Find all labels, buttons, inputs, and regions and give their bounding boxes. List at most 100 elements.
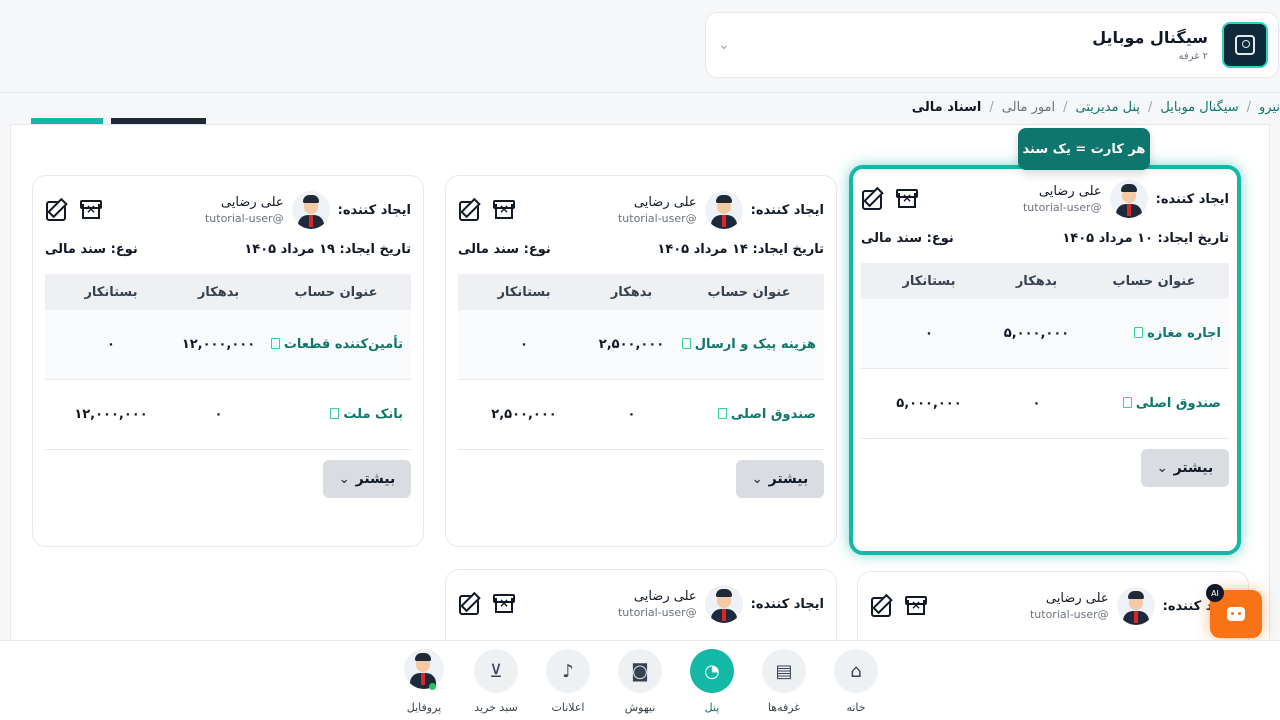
edit-icon[interactable]	[458, 198, 480, 221]
nav-ai[interactable]: ◙ نیهوش	[608, 649, 672, 714]
table-row: صندوق اصلی ۰ ۵,۰۰۰,۰۰۰	[861, 369, 1229, 439]
account-link[interactable]: صندوق اصلی	[1079, 396, 1229, 411]
document-card: ایجاد کننده: علی رضایی tutorial-user@	[445, 569, 837, 643]
document-icon	[270, 338, 280, 349]
ai-badge: AI	[1206, 584, 1224, 602]
credit-value: ۰	[107, 337, 115, 352]
cart-icon: ⊻	[474, 649, 518, 693]
document-icon	[330, 408, 340, 419]
debit-value: ۵,۰۰۰,۰۰۰	[1003, 326, 1070, 341]
breadcrumb-admin-panel[interactable]: پنل مدیریتی	[1076, 100, 1140, 115]
user-handle: tutorial-user@	[1029, 608, 1109, 621]
col-credit: بستانکار	[902, 273, 956, 289]
entries-table: عنوان حساب بدهکار بستانکار اجاره مغازه ۵…	[861, 263, 1229, 439]
avatar	[704, 191, 743, 229]
table-row: صندوق اصلی ۰ ۲,۵۰۰,۰۰۰	[458, 380, 824, 450]
document-type: نوع: سند مالی	[861, 230, 954, 246]
nav-panel[interactable]: ◔ پنل	[680, 649, 744, 714]
home-icon: ⌂	[834, 649, 878, 693]
avatar	[291, 191, 330, 229]
archive-icon[interactable]	[79, 198, 102, 220]
credit-value: ۰	[520, 337, 528, 352]
table-row: اجاره مغازه ۵,۰۰۰,۰۰۰ ۰	[861, 299, 1229, 369]
user-name: علی رضایی	[220, 195, 284, 210]
dashboard-icon: ◔	[690, 649, 734, 693]
archive-icon[interactable]	[492, 592, 515, 614]
col-account: عنوان حساب	[1112, 273, 1196, 289]
debit-value: ۰	[1032, 396, 1041, 411]
online-status-dot	[429, 683, 436, 690]
archive-icon[interactable]	[895, 187, 918, 209]
nav-notifications[interactable]: ♪ اعلانات	[536, 649, 600, 714]
created-date: تاریخ ایجاد: ۱۴ مرداد ۱۴۰۵	[657, 241, 824, 257]
col-debit: بدهکار	[610, 284, 653, 300]
more-button[interactable]: بیشتر ⌄	[323, 460, 411, 498]
edit-icon[interactable]	[45, 198, 67, 221]
chevron-down-icon[interactable]: ⌄	[718, 37, 730, 53]
archive-icon[interactable]	[492, 198, 515, 220]
edit-icon[interactable]	[458, 592, 480, 615]
more-button[interactable]: بیشتر ⌄	[736, 460, 824, 498]
credit-value: ۲,۵۰۰,۰۰۰	[491, 407, 557, 422]
credit-value: ۵,۰۰۰,۰۰۰	[896, 396, 962, 411]
user-name: علی رضایی	[1045, 591, 1109, 606]
table-row: بانک ملت ۰ ۱۲,۰۰۰,۰۰۰	[45, 380, 411, 450]
breadcrumb-store[interactable]: سیگنال موبایل	[1160, 100, 1238, 115]
chevron-down-icon: ⌄	[751, 471, 763, 487]
col-debit: بدهکار	[197, 284, 240, 300]
col-credit: بستانکار	[84, 284, 138, 300]
document-card: ایجاد کننده: علی رضایی tutorial-user@	[857, 571, 1249, 643]
document-card: ایجاد کننده: علی رضایی tutorial-user@ تا…	[849, 165, 1241, 555]
nav-booths[interactable]: ▤ غرفه‌ها	[752, 649, 816, 714]
credit-value: ۱۲,۰۰۰,۰۰۰	[74, 407, 148, 422]
documents-panel: ایجاد کننده: علی رضایی tutorial-user@ تا…	[10, 124, 1270, 644]
account-link[interactable]: هزینه پیک و ارسال	[674, 337, 824, 352]
account-link[interactable]: تأمین‌کننده قطعات	[261, 337, 411, 352]
document-icon	[717, 408, 727, 419]
more-button[interactable]: بیشتر ⌄	[1141, 449, 1229, 487]
archive-icon[interactable]	[904, 594, 927, 616]
user-handle: tutorial-user@	[617, 212, 697, 225]
bell-icon: ♪	[546, 649, 590, 693]
document-card: ایجاد کننده: علی رضایی tutorial-user@ تا…	[445, 175, 837, 547]
edit-icon[interactable]	[870, 594, 892, 617]
bottom-nav: ⌂ خانه ▤ غرفه‌ها ◔ پنل ◙ نیهوش ♪ اعلانات…	[0, 640, 1280, 720]
user-name: علی رضایی	[633, 195, 697, 210]
col-account: عنوان حساب	[294, 284, 378, 300]
creator-label: ایجاد کننده:	[1155, 191, 1229, 207]
creator-label: ایجاد کننده:	[750, 202, 824, 218]
account-link[interactable]: بانک ملت	[261, 407, 411, 422]
entries-table: عنوان حساب بدهکار بستانکار تأمین‌کننده ق…	[45, 274, 411, 450]
breadcrumb-current: اسناد مالی	[911, 100, 982, 115]
document-icon	[1122, 397, 1132, 408]
store-selector[interactable]: سیگنال موبایل ۲ غرفه ⌄	[705, 12, 1279, 78]
nav-cart[interactable]: ⊻ سبد خرید	[464, 649, 528, 714]
breadcrumb-root[interactable]: نیرو	[1259, 100, 1280, 115]
nav-home[interactable]: ⌂ خانه	[824, 649, 888, 714]
nav-profile[interactable]: پروفایل	[392, 649, 456, 714]
debit-value: ۰	[627, 407, 636, 422]
avatar	[1109, 180, 1148, 218]
avatar	[404, 649, 444, 689]
debit-value: ۰	[214, 407, 223, 422]
debit-value: ۱۲,۰۰۰,۰۰۰	[181, 337, 256, 352]
document-type: نوع: سند مالی	[458, 241, 551, 257]
table-row: تأمین‌کننده قطعات ۱۲,۰۰۰,۰۰۰ ۰	[45, 310, 411, 380]
entries-table: عنوان حساب بدهکار بستانکار هزینه پیک و ا…	[458, 274, 824, 450]
edit-icon[interactable]	[861, 187, 883, 210]
robot-icon: ◙	[618, 649, 662, 693]
account-link[interactable]: اجاره مغازه	[1079, 326, 1229, 341]
ai-assistant-button[interactable]: AI	[1206, 584, 1262, 638]
store-icon: ▤	[762, 649, 806, 693]
store-booth-count: ۲ غرفه	[1178, 51, 1208, 62]
account-link[interactable]: صندوق اصلی	[674, 407, 824, 422]
debit-value: ۲,۵۰۰,۰۰۰	[598, 337, 665, 352]
credit-value: ۰	[925, 326, 933, 341]
user-name: علی رضایی	[633, 589, 697, 604]
breadcrumb-finance[interactable]: امور مالی	[1002, 100, 1055, 115]
creator-label: ایجاد کننده:	[750, 596, 824, 612]
chevron-down-icon: ⌄	[338, 471, 350, 487]
col-debit: بدهکار	[1015, 273, 1058, 289]
document-card: ایجاد کننده: علی رضایی tutorial-user@ تا…	[32, 175, 424, 547]
chevron-down-icon: ⌄	[1156, 460, 1168, 476]
